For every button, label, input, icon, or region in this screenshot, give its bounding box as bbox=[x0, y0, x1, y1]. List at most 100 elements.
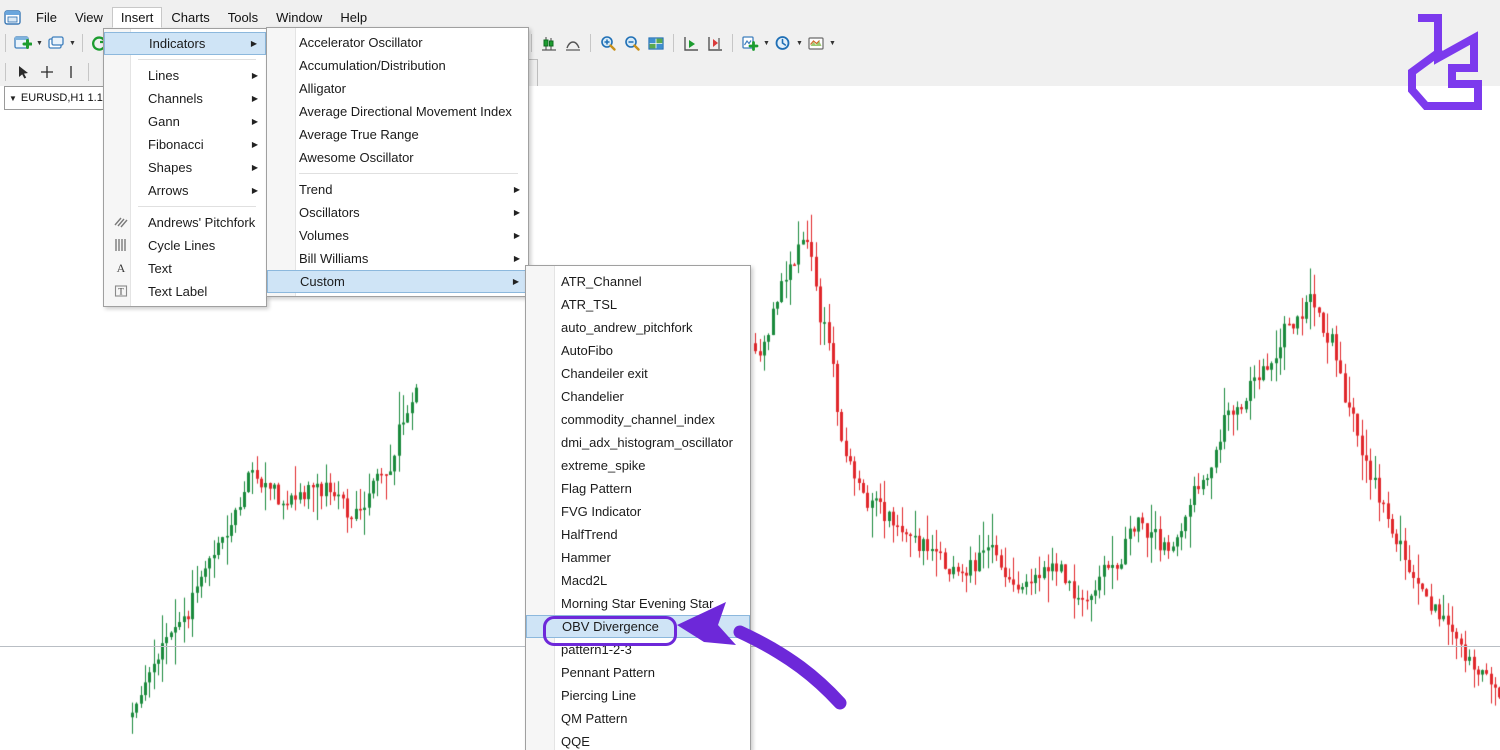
custom-item-autofibo[interactable]: AutoFibo bbox=[526, 339, 750, 362]
indicator-item-average-directional-movement-index[interactable]: Average Directional Movement Index bbox=[267, 100, 528, 123]
insert-item-channels[interactable]: Channels▶ bbox=[104, 87, 266, 110]
period-dropdown-caret[interactable]: ▼ bbox=[795, 32, 804, 54]
insert-item-text-label[interactable]: TText Label bbox=[104, 280, 266, 303]
menu-view[interactable]: View bbox=[66, 7, 112, 28]
templates-dropdown-caret[interactable]: ▼ bbox=[828, 32, 837, 54]
menu-item-label: pattern1-2-3 bbox=[561, 642, 632, 657]
auto-scroll-icon[interactable] bbox=[680, 32, 702, 54]
custom-item-obv-divergence[interactable]: OBV Divergence bbox=[526, 615, 750, 638]
line-chart-icon[interactable] bbox=[562, 32, 584, 54]
custom-item-extreme-spike[interactable]: extreme_spike bbox=[526, 454, 750, 477]
cursor-icon[interactable] bbox=[12, 61, 34, 83]
tile-windows-icon[interactable] bbox=[645, 32, 667, 54]
indicator-item-average-true-range[interactable]: Average True Range bbox=[267, 123, 528, 146]
menu-item-label: Indicators bbox=[149, 36, 205, 51]
menu-tools[interactable]: Tools bbox=[219, 7, 267, 28]
insert-item-lines[interactable]: Lines▶ bbox=[104, 64, 266, 87]
chart-shift-icon[interactable] bbox=[704, 32, 726, 54]
custom-item-chandeiler-exit[interactable]: Chandeiler exit bbox=[526, 362, 750, 385]
svg-text:T: T bbox=[118, 287, 124, 297]
vertical-line-icon[interactable] bbox=[60, 61, 82, 83]
indicators-dropdown-caret[interactable]: ▼ bbox=[762, 32, 771, 54]
insert-item-andrews-pitchfork[interactable]: Andrews' Pitchfork bbox=[104, 211, 266, 234]
custom-item-atr-channel[interactable]: ATR_Channel bbox=[526, 270, 750, 293]
period-icon[interactable] bbox=[772, 32, 794, 54]
zoom-out-icon[interactable] bbox=[621, 32, 643, 54]
menu-item-label: Shapes bbox=[148, 160, 192, 175]
crosshair-icon[interactable] bbox=[36, 61, 58, 83]
chart-symbol-text: EURUSD,H1 1.10 bbox=[21, 92, 109, 104]
insert-item-shapes[interactable]: Shapes▶ bbox=[104, 156, 266, 179]
insert-item-indicators[interactable]: Indicators▶ bbox=[104, 32, 266, 55]
custom-item-fvg-indicator[interactable]: FVG Indicator bbox=[526, 500, 750, 523]
insert-item-arrows[interactable]: Arrows▶ bbox=[104, 179, 266, 202]
insert-menu[interactable]: Indicators▶Lines▶Channels▶Gann▶Fibonacci… bbox=[103, 28, 267, 307]
submenu-arrow-icon: ▶ bbox=[252, 186, 258, 195]
custom-item-piercing-line[interactable]: Piercing Line bbox=[526, 684, 750, 707]
insert-item-text[interactable]: AText bbox=[104, 257, 266, 280]
custom-item-hammer[interactable]: Hammer bbox=[526, 546, 750, 569]
menu-insert[interactable]: Insert bbox=[112, 7, 163, 28]
new-order-dropdown-caret[interactable]: ▼ bbox=[68, 32, 77, 54]
custom-item-morning-star-evening-star[interactable]: Morning Star Evening Star bbox=[526, 592, 750, 615]
templates-icon[interactable] bbox=[805, 32, 827, 54]
indicator-item-awesome-oscillator[interactable]: Awesome Oscillator bbox=[267, 146, 528, 169]
indicator-item-custom[interactable]: Custom▶ bbox=[267, 270, 528, 293]
new-order-icon[interactable] bbox=[45, 32, 67, 54]
custom-item-qm-pattern[interactable]: QM Pattern bbox=[526, 707, 750, 730]
indicator-item-accumulation-distribution[interactable]: Accumulation/Distribution bbox=[267, 54, 528, 77]
custom-item-pattern1-2-3[interactable]: pattern1-2-3 bbox=[526, 638, 750, 661]
insert-item-cycle-lines[interactable]: Cycle Lines bbox=[104, 234, 266, 257]
indicators-icon[interactable] bbox=[739, 32, 761, 54]
submenu-arrow-icon: ▶ bbox=[514, 208, 520, 217]
insert-item-fibonacci[interactable]: Fibonacci▶ bbox=[104, 133, 266, 156]
menu-item-label: Chandelier bbox=[561, 389, 624, 404]
zoom-in-icon[interactable] bbox=[597, 32, 619, 54]
indicators-submenu[interactable]: Accelerator Oscillator Accumulation/Distr… bbox=[266, 27, 529, 297]
submenu-arrow-icon: ▶ bbox=[514, 231, 520, 240]
text-label-icon: T bbox=[112, 282, 130, 300]
new-chart-dropdown-caret[interactable]: ▼ bbox=[35, 32, 44, 54]
custom-item-chandelier[interactable]: Chandelier bbox=[526, 385, 750, 408]
indicator-item-alligator[interactable]: Alligator bbox=[267, 77, 528, 100]
menu-file[interactable]: File bbox=[27, 7, 66, 28]
toolbar-divider bbox=[673, 34, 674, 52]
menu-item-label: HalfTrend bbox=[561, 527, 618, 542]
menu-charts[interactable]: Charts bbox=[162, 7, 218, 28]
menu-help[interactable]: Help bbox=[331, 7, 376, 28]
submenu-arrow-icon: ▶ bbox=[252, 140, 258, 149]
menu-item-label: Oscillators bbox=[299, 205, 360, 220]
indicator-item-volumes[interactable]: Volumes▶ bbox=[267, 224, 528, 247]
indicator-item-oscillators[interactable]: Oscillators ▶ bbox=[267, 201, 528, 224]
custom-item-macd2l[interactable]: Macd2L bbox=[526, 569, 750, 592]
custom-item-auto-andrew-pitchfork[interactable]: auto_andrew_pitchfork bbox=[526, 316, 750, 339]
menu-item-label: auto_andrew_pitchfork bbox=[561, 320, 693, 335]
custom-indicators-submenu[interactable]: ATR_ChannelATR_TSL auto_andrew_pitchfork A… bbox=[525, 265, 751, 750]
new-chart-icon[interactable] bbox=[12, 32, 34, 54]
chart-symbol-label[interactable]: ▼ EURUSD,H1 1.10 bbox=[4, 86, 112, 110]
insert-item-gann[interactable]: Gann▶ bbox=[104, 110, 266, 133]
menu-item-label: QQE bbox=[561, 734, 590, 749]
custom-item-halftrend[interactable]: HalfTrend bbox=[526, 523, 750, 546]
candlestick-chart-icon[interactable] bbox=[538, 32, 560, 54]
menu-window[interactable]: Window bbox=[267, 7, 331, 28]
custom-item-flag-pattern[interactable]: Flag Pattern bbox=[526, 477, 750, 500]
menu-item-label: Piercing Line bbox=[561, 688, 636, 703]
submenu-arrow-icon: ▶ bbox=[252, 71, 258, 80]
menu-item-label: Accelerator Oscillator bbox=[299, 35, 423, 50]
custom-item-atr-tsl[interactable]: ATR_TSL bbox=[526, 293, 750, 316]
custom-item-qqe[interactable]: QQE bbox=[526, 730, 750, 750]
submenu-arrow-icon: ▶ bbox=[514, 185, 520, 194]
cycle-lines-icon bbox=[112, 236, 130, 254]
indicator-item-trend[interactable]: Trend▶ bbox=[267, 178, 528, 201]
toolbar-divider bbox=[88, 63, 89, 81]
toolbar-divider bbox=[82, 34, 83, 52]
custom-item-commodity-channel-index[interactable]: commodity_channel_index bbox=[526, 408, 750, 431]
indicator-item-accelerator-oscillator[interactable]: Accelerator Oscillator bbox=[267, 31, 528, 54]
menu-item-label: Macd2L bbox=[561, 573, 607, 588]
custom-item-dmi-adx-histogram-oscillator[interactable]: dmi_adx_histogram_oscillator bbox=[526, 431, 750, 454]
custom-item-pennant-pattern[interactable]: Pennant Pattern bbox=[526, 661, 750, 684]
app-window-icon bbox=[4, 9, 21, 25]
indicator-item-bill-williams[interactable]: Bill Williams▶ bbox=[267, 247, 528, 270]
menu-separator bbox=[138, 59, 256, 60]
